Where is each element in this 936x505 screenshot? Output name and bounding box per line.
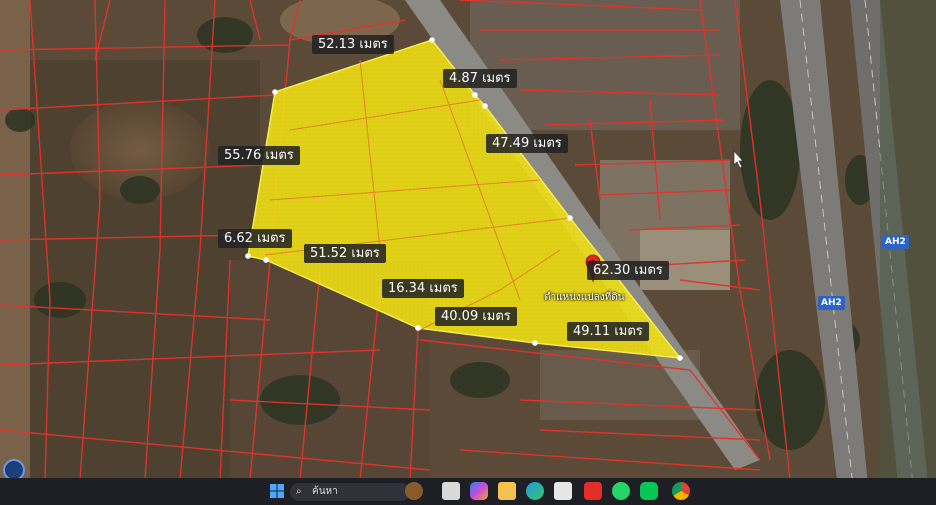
highway-badge: AH2 xyxy=(818,296,845,310)
search-icon: ⌕ xyxy=(296,486,302,497)
distance-label: 47.49 เมตร xyxy=(486,134,568,153)
distance-label: 4.87 เมตร xyxy=(443,69,517,88)
search-placeholder: ค้นหา xyxy=(312,486,338,497)
widgets-dog-icon[interactable] xyxy=(405,482,423,500)
highway-badge: AH2 xyxy=(882,235,909,249)
distance-label: 6.62 เมตร xyxy=(218,229,292,248)
terrain xyxy=(0,0,30,505)
copilot-icon[interactable] xyxy=(470,482,488,500)
distance-label: 62.30 เมตร xyxy=(587,261,669,280)
youtube-icon[interactable] xyxy=(584,482,602,500)
map-screenshot: 52.13 เมตร 4.87 เมตร 47.49 เมตร 55.76 เม… xyxy=(0,0,936,505)
pin-caption: ตำแหน่งแปลงที่ดิน xyxy=(544,292,625,303)
line-icon[interactable] xyxy=(640,482,658,500)
windows-taskbar: ⌕ ค้นหา xyxy=(0,478,936,505)
distance-label: 40.09 เมตร xyxy=(435,307,517,326)
whatsapp-icon[interactable] xyxy=(612,482,630,500)
file-explorer-icon[interactable] xyxy=(442,482,460,500)
taskbar-search-box[interactable]: ⌕ ค้นหา xyxy=(290,483,410,501)
store-icon[interactable] xyxy=(554,482,572,500)
terrain xyxy=(880,0,936,505)
windows-start-icon[interactable] xyxy=(268,482,286,500)
folder-icon[interactable] xyxy=(498,482,516,500)
distance-label: 49.11 เมตร xyxy=(567,322,649,341)
distance-label: 52.13 เมตร xyxy=(312,35,394,54)
distance-label: 51.52 เมตร xyxy=(304,244,386,263)
distance-label: 55.76 เมตร xyxy=(218,146,300,165)
distance-label: 16.34 เมตร xyxy=(382,279,464,298)
edge-icon[interactable] xyxy=(526,482,544,500)
chrome-icon[interactable] xyxy=(672,482,690,500)
